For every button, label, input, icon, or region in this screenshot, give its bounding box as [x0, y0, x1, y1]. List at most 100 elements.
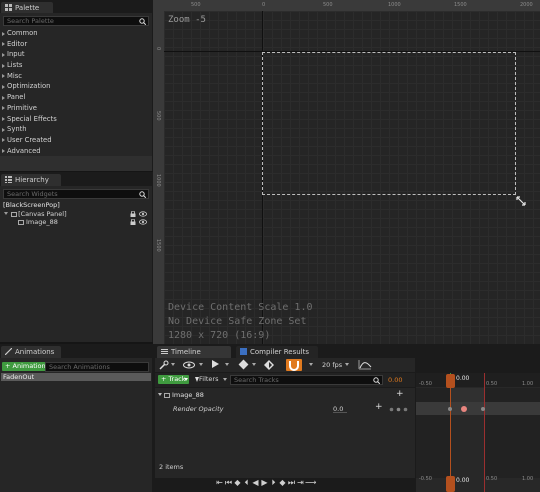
- hierarchy-item-canvas-panel[interactable]: [Canvas Panel]: [4, 210, 67, 218]
- tab-compiler-results[interactable]: Compiler Results: [236, 346, 318, 358]
- playhead-line: [450, 388, 451, 476]
- hierarchy-item-image-label: Image_88: [26, 218, 58, 226]
- set-start-icon[interactable]: ⇤: [215, 478, 224, 487]
- palette-category-primitive[interactable]: Primitive: [0, 103, 152, 114]
- timeline-ruler-label: 1.00: [522, 381, 534, 387]
- loop-icon[interactable]: ⟶: [305, 478, 316, 487]
- track-row-image[interactable]: Image_88: [158, 391, 204, 399]
- add-key-button[interactable]: +: [375, 402, 383, 412]
- fps-dropdown[interactable]: 20 fps: [322, 361, 342, 369]
- palette-category-user-created[interactable]: User Created: [0, 135, 152, 146]
- palette-category-synth[interactable]: Synth: [0, 124, 152, 135]
- key-navigation-icon[interactable]: [389, 406, 409, 414]
- palette-category-misc[interactable]: Misc: [0, 71, 152, 82]
- animations-search-input[interactable]: Search Animations: [45, 362, 149, 372]
- keyframe-point[interactable]: [481, 407, 485, 411]
- property-value-input[interactable]: 0.0: [333, 405, 347, 413]
- eye-icon[interactable]: [183, 361, 195, 371]
- canvas-panel-icon: [11, 212, 18, 217]
- palette-category-common[interactable]: Common: [0, 28, 152, 39]
- palette-footer: [0, 156, 152, 171]
- set-end-icon[interactable]: ⇥: [296, 478, 305, 487]
- play-options-icon[interactable]: [212, 360, 219, 368]
- hierarchy-search-placeholder: Search Widgets: [7, 190, 58, 198]
- filters-label: Filters: [199, 375, 219, 383]
- hierarchy-search-input[interactable]: Search Widgets: [3, 189, 149, 199]
- end-marker-line[interactable]: [484, 373, 485, 492]
- palette-category-advanced[interactable]: Advanced: [0, 146, 152, 157]
- chevron-down-icon[interactable]: [171, 363, 175, 366]
- animation-list-item-label: FadenOut: [3, 373, 35, 381]
- step-back-icon[interactable]: ⏴: [242, 478, 251, 488]
- palette-category-panel[interactable]: Panel: [0, 92, 152, 103]
- palette-category-editor[interactable]: Editor: [0, 39, 152, 50]
- key-icon[interactable]: [159, 360, 169, 372]
- ruler-left-label: 1000: [155, 174, 161, 187]
- palette-category-lists[interactable]: Lists: [0, 60, 152, 71]
- palette-search-input[interactable]: Search Palette: [3, 16, 149, 26]
- palette-category-special-effects[interactable]: Special Effects: [0, 114, 152, 125]
- playhead-handle-top[interactable]: [446, 374, 455, 388]
- tab-timeline[interactable]: Timeline: [157, 346, 231, 358]
- designer-top-ruler: [153, 0, 540, 11]
- ruler-top-label: 500: [323, 2, 333, 8]
- add-property-button[interactable]: +: [396, 389, 404, 399]
- magnet-snap-button[interactable]: [286, 359, 302, 371]
- hierarchy-item-root[interactable]: [BlackScreenPop]: [3, 201, 60, 209]
- visibility-eye-icon[interactable]: [139, 219, 147, 227]
- chevron-down-icon[interactable]: [345, 363, 349, 366]
- animation-list-item[interactable]: FadenOut: [1, 373, 151, 381]
- chevron-down-icon[interactable]: [252, 363, 256, 366]
- palette-icon: [5, 4, 12, 11]
- lock-icon[interactable]: [130, 218, 136, 227]
- canvas-panel-bounds[interactable]: [262, 52, 516, 195]
- device-content-scale: Device Content Scale 1.0: [168, 302, 313, 313]
- animation-icon: [4, 347, 13, 356]
- expand-arrow-icon: [158, 393, 162, 396]
- ruler-top-label: 0: [262, 2, 266, 8]
- chevron-down-icon[interactable]: [225, 363, 229, 366]
- tab-hierarchy[interactable]: Hierarchy: [1, 174, 61, 186]
- hierarchy-item-image[interactable]: Image_88: [18, 218, 58, 226]
- lock-icon[interactable]: [130, 210, 136, 219]
- next-key-icon[interactable]: ◆: [278, 478, 287, 487]
- tracks-search-input[interactable]: Search Tracks: [230, 375, 383, 385]
- palette-category-optimization[interactable]: Optimization: [0, 81, 152, 92]
- jump-to-start-icon[interactable]: ⏮: [224, 478, 233, 488]
- chevron-down-icon[interactable]: [309, 363, 313, 366]
- chevron-down-icon[interactable]: [184, 378, 188, 381]
- playhead-time-label: 0.00: [456, 375, 470, 382]
- ruler-top-label: 1000: [388, 2, 401, 8]
- visibility-eye-icon[interactable]: [139, 211, 147, 219]
- playhead-handle-bottom[interactable]: [446, 476, 455, 492]
- prev-key-icon[interactable]: ◆: [233, 478, 242, 487]
- hierarchy-item-root-label: [BlackScreenPop]: [3, 201, 60, 209]
- chevron-down-icon[interactable]: [199, 363, 203, 366]
- play-icon[interactable]: ▶: [260, 478, 269, 487]
- property-name: Render Opacity: [173, 405, 224, 413]
- current-time-value[interactable]: 0.00: [388, 376, 402, 384]
- tab-compiler-results-label: Compiler Results: [250, 348, 310, 356]
- keyframe-point[interactable]: [461, 406, 467, 412]
- filters-dropdown[interactable]: Filters: [195, 375, 218, 383]
- keyframe-point[interactable]: [448, 407, 452, 411]
- resize-handle-icon[interactable]: [516, 196, 526, 208]
- timeline-ruler-label: -0.50: [419, 381, 432, 387]
- tab-animations[interactable]: Animations: [1, 346, 61, 358]
- snap-icon[interactable]: [264, 360, 274, 372]
- tracks-search-placeholder: Search Tracks: [234, 376, 279, 384]
- property-key-row: [416, 402, 540, 415]
- zoom-level: Zoom -5: [168, 15, 206, 25]
- palette-category-input[interactable]: Input: [0, 49, 152, 60]
- curve-editor-icon[interactable]: [358, 359, 372, 372]
- play-reverse-icon[interactable]: ◀: [251, 478, 260, 487]
- tab-hierarchy-label: Hierarchy: [15, 176, 49, 184]
- step-forward-icon[interactable]: ⏵: [269, 478, 278, 488]
- search-icon: [139, 191, 147, 198]
- palette-category-list: Common Editor Input Lists Misc Optimization Pa…: [0, 28, 152, 156]
- hierarchy-item-canvas-panel-label: [Canvas Panel]: [18, 210, 67, 218]
- add-animation-button[interactable]: + Animation: [2, 362, 49, 371]
- jump-to-end-icon[interactable]: ⏭: [287, 478, 296, 488]
- safe-zone-status: No Device Safe Zone Set: [168, 316, 307, 327]
- chevron-down-icon[interactable]: [223, 378, 227, 381]
